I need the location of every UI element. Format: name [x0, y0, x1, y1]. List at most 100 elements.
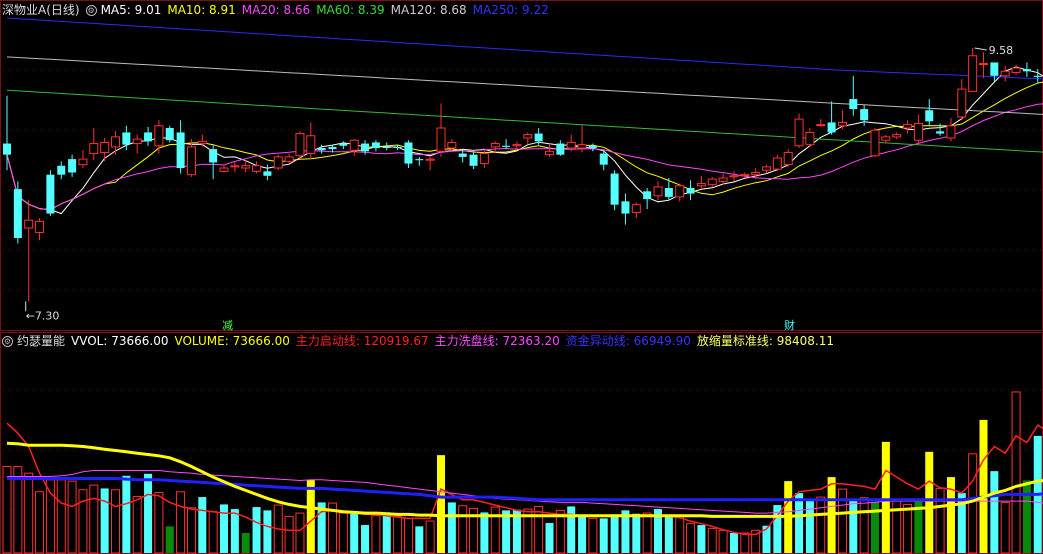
candle-body-down: [165, 128, 174, 141]
ma250-label: MA250: 9.22: [472, 3, 549, 17]
candle-body-down: [1033, 75, 1042, 77]
volume-bar-up: [935, 487, 945, 554]
high-price-label: 9.58: [989, 44, 1014, 57]
candle-body-down: [621, 201, 630, 214]
volume-bar-up: [393, 515, 403, 554]
candle-body-up: [186, 146, 196, 176]
volume-bar: [567, 506, 576, 553]
candle-body-up: [805, 131, 815, 146]
low-price-label: ←7.30: [26, 309, 60, 322]
candle-body-up: [100, 141, 110, 153]
candle-body-down: [936, 131, 945, 134]
volume-bar-up: [45, 479, 55, 554]
volume-bar-up: [176, 491, 186, 554]
wash-line-label: 主力洗盘线: 72363.20: [434, 334, 560, 348]
candle-body-down: [176, 132, 185, 168]
volume-bar: [306, 479, 315, 553]
candle-body-up: [35, 220, 45, 233]
volume-bar: [252, 507, 261, 553]
volume-bar-up: [35, 491, 45, 554]
candle-body-up: [447, 141, 457, 149]
candle-body-down: [643, 191, 652, 200]
settings-icon[interactable]: ⚙: [85, 5, 97, 16]
candle-body-up: [111, 136, 120, 148]
settings-icon[interactable]: ⚙: [2, 336, 13, 347]
indicator-title[interactable]: 约瑟量能: [17, 334, 65, 348]
candle-body-up: [1000, 70, 1010, 77]
candle-body-down: [404, 142, 413, 164]
candle-body-up: [479, 153, 489, 165]
volume-bar-up: [1011, 391, 1021, 554]
candle-body-up: [957, 88, 967, 118]
main-start-line-label: 主力启动线: 120919.67: [295, 334, 429, 348]
candle-body-up: [512, 144, 522, 147]
candle-body-down: [1022, 69, 1031, 72]
candle-body-up: [740, 174, 750, 177]
volume-bar: [382, 512, 391, 553]
candle-body-down: [3, 143, 11, 155]
candle-body-down: [361, 143, 370, 152]
volume-bar: [610, 514, 619, 553]
volume-bar: [198, 497, 207, 553]
volume-bar-up: [718, 529, 728, 554]
candle-body-up: [783, 151, 793, 166]
volume-bar-up: [56, 479, 66, 554]
candle-body-down: [534, 133, 543, 142]
candle-body-up: [881, 136, 891, 141]
volume-bar: [729, 533, 738, 553]
volume-bar: [220, 504, 228, 553]
candle-body-up: [295, 133, 305, 157]
volume-bar-up: [24, 472, 34, 554]
candle-body-up: [696, 183, 706, 187]
volume-bar: [122, 475, 131, 553]
volume-bar-up: [490, 506, 500, 554]
candle-body-up: [273, 156, 283, 169]
candle-body-down: [599, 153, 608, 165]
candle-body-down: [57, 165, 66, 175]
volume-bar: [664, 516, 673, 553]
volume-bar-up: [458, 505, 468, 554]
candle-body-down: [990, 62, 999, 76]
candle-body-down: [827, 122, 836, 133]
volume-bar-up: [534, 505, 544, 554]
candle-body-up: [284, 156, 294, 162]
candle-body-up: [729, 175, 739, 178]
volume-bar: [361, 525, 370, 553]
candle-body-down: [925, 110, 934, 122]
candle-body-down: [263, 171, 272, 176]
volume-bar: [263, 510, 272, 553]
candle-body-up: [425, 158, 435, 161]
volume-bar: [599, 518, 608, 553]
candle-body-up: [979, 63, 988, 66]
candle-body-down: [317, 148, 326, 151]
volume-bar-up: [186, 507, 196, 554]
volume-bar: [165, 526, 174, 553]
candle-body-down: [371, 142, 380, 148]
high-pointer: [974, 47, 987, 51]
candle-body-down: [849, 99, 858, 110]
candle-body-up: [946, 125, 956, 139]
candle-body-down: [393, 146, 402, 148]
candle-body-down: [328, 146, 337, 150]
main-chart-header: 深物业A(日线) ⚙ MA5: 9.01 MA10: 8.91 MA20: 8.66 MA…: [2, 2, 555, 18]
candle-body-up: [794, 118, 804, 147]
volume-bar: [447, 502, 456, 553]
candle-body-up: [306, 135, 316, 155]
volume-bar: [925, 451, 934, 553]
volume-bar-up: [208, 511, 218, 554]
volume-bar: [979, 419, 988, 553]
candle-body-down: [13, 189, 22, 238]
volume-bar-up: [89, 484, 99, 554]
candle-body-up: [772, 157, 782, 170]
candle-body-down: [458, 153, 467, 157]
kline-chart[interactable]: 9.58 ←7.30 减 财: [0, 0, 1043, 554]
stock-title[interactable]: 深物业A(日线): [2, 3, 80, 17]
candle-body-up: [718, 177, 728, 182]
volume-bar-up: [132, 495, 142, 554]
candle-body-down: [686, 188, 695, 194]
candle-body-down: [415, 159, 424, 161]
ma120-line: [6, 56, 1043, 115]
volume-bar-up: [686, 523, 696, 554]
volume-bar-up: [338, 512, 348, 554]
candle-body-up: [436, 127, 446, 152]
